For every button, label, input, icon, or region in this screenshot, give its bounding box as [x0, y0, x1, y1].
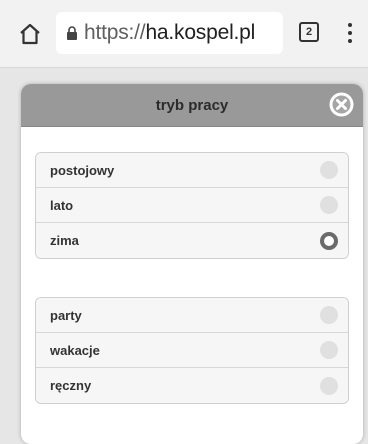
option-label: ręczny [50, 378, 92, 393]
option-label: zima [50, 233, 79, 248]
mode-dialog: tryb pracy postojowy lato zima party wak… [21, 84, 363, 444]
tab-switcher-button[interactable]: 2 [299, 22, 319, 42]
dialog-title: tryb pracy [155, 96, 229, 114]
tab-count: 2 [305, 26, 313, 38]
option-wakacje[interactable]: wakacje [36, 333, 348, 368]
radio-button[interactable] [320, 196, 338, 214]
home-icon[interactable] [18, 22, 42, 46]
radio-button[interactable] [320, 306, 338, 324]
option-party[interactable]: party [36, 298, 348, 333]
lock-icon [66, 26, 78, 40]
option-label: lato [50, 197, 74, 213]
close-icon[interactable] [328, 91, 355, 118]
option-label: party [50, 307, 82, 323]
radio-button-selected[interactable] [320, 231, 338, 250]
url-text: https://ha.kospel.pl [84, 21, 256, 44]
option-postojowy[interactable]: postojowy [36, 153, 348, 188]
option-label: wakacje [50, 342, 100, 358]
dialog-header: tryb pracy [21, 84, 363, 127]
option-reczny[interactable]: ręczny [36, 368, 348, 403]
radio-button[interactable] [320, 376, 338, 395]
season-mode-group: postojowy lato zima [35, 152, 349, 259]
radio-button[interactable] [320, 161, 338, 179]
option-zima[interactable]: zima [36, 223, 348, 258]
option-lato[interactable]: lato [36, 188, 348, 223]
special-mode-group: party wakacje ręczny [35, 297, 349, 404]
radio-button[interactable] [320, 341, 338, 359]
more-vert-icon[interactable] [344, 21, 356, 45]
address-bar[interactable]: https://ha.kospel.pl [56, 12, 283, 54]
option-label: postojowy [50, 162, 115, 178]
browser-toolbar: https://ha.kospel.pl 2 [0, 0, 368, 68]
